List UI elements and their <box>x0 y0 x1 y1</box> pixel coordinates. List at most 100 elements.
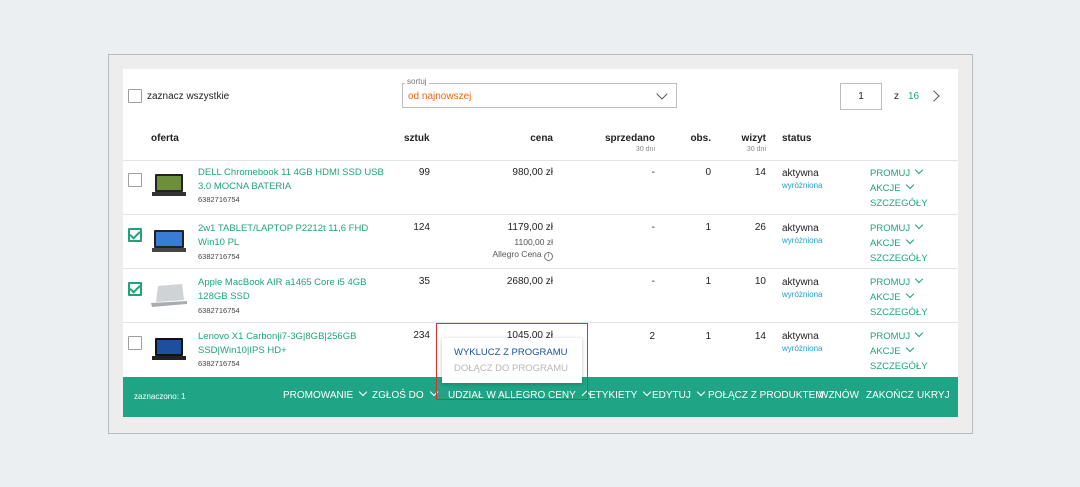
promote-link[interactable]: PROMUJ <box>870 274 924 290</box>
row-checkbox[interactable] <box>128 228 142 242</box>
visits-value: 26 <box>754 222 766 233</box>
price-value: 980,00 zł <box>512 167 553 178</box>
highlight-box <box>436 323 588 400</box>
bar-item-hide[interactable]: UKRYJ <box>917 390 950 401</box>
chevron-down-icon <box>358 387 368 397</box>
allegro-price-note: Allegro Cena i <box>462 249 553 261</box>
bar-item-end[interactable]: ZAKOŃCZ <box>866 390 914 401</box>
product-id: 6382716754 <box>198 306 240 315</box>
col-watch: obs. <box>690 133 711 144</box>
chevron-down-icon <box>696 387 706 397</box>
laptop-icon <box>151 284 187 307</box>
col-offer: oferta <box>151 133 179 144</box>
col-sold: sprzedano <box>604 133 655 144</box>
watch-value: 1 <box>705 331 711 342</box>
select-all-checkbox[interactable] <box>128 89 142 103</box>
chevron-down-icon <box>905 180 914 190</box>
row-separator <box>123 268 958 269</box>
col-qty: sztuk <box>404 133 430 144</box>
select-all-label: zaznacz wszystkie <box>147 91 230 102</box>
qty-value: 124 <box>413 222 430 233</box>
chevron-down-icon <box>914 328 924 338</box>
selected-count: zaznaczono: 1 <box>134 392 186 401</box>
price-value: 1179,00 zł <box>507 222 553 233</box>
bar-item-link-product[interactable]: POŁĄCZ Z PRODUKTEM <box>708 390 824 401</box>
sort-select[interactable]: od najnowszej <box>402 83 677 108</box>
status-badge: wyróżniona <box>782 181 823 190</box>
row-separator <box>123 214 958 215</box>
row-separator <box>123 160 958 161</box>
details-link[interactable]: SZCZEGÓŁY <box>870 305 928 320</box>
chevron-down-icon <box>656 88 668 100</box>
chevron-down-icon <box>914 274 924 284</box>
sold-value: - <box>651 222 655 233</box>
status-badge: wyróżniona <box>782 344 823 353</box>
row-checkbox[interactable] <box>128 336 142 350</box>
bar-item-promote[interactable]: PROMOWANIE <box>283 387 368 401</box>
status-value: aktywna <box>782 277 819 288</box>
col-sold-sub: 30 dni <box>635 146 655 153</box>
qty-value: 99 <box>418 167 430 178</box>
qty-value: 234 <box>413 330 430 341</box>
chevron-down-icon <box>643 387 652 397</box>
product-name[interactable]: 2w1 TABLET/LAPTOP P2212t 11,6 FHD Win10 … <box>198 222 388 250</box>
details-link[interactable]: SZCZEGÓŁY <box>870 359 928 374</box>
details-link[interactable]: SZCZEGÓŁY <box>870 196 928 211</box>
sold-value: 2 <box>649 331 655 342</box>
sold-value: - <box>651 167 655 178</box>
status-value: aktywna <box>782 331 819 342</box>
price-value: 2680,00 zł <box>506 276 553 287</box>
laptop-icon <box>152 338 186 360</box>
actions-link[interactable]: AKCJE <box>870 180 914 196</box>
product-name[interactable]: Lenovo X1 Carbon|i7-3G|8GB|256GB SSD|Win… <box>198 330 388 358</box>
product-id: 6382716754 <box>198 195 240 204</box>
page-total: 16 <box>908 91 920 102</box>
status-value: aktywna <box>782 168 819 179</box>
details-link[interactable]: SZCZEGÓŁY <box>870 251 928 266</box>
bar-item-edit[interactable]: EDYTUJ <box>652 387 706 401</box>
chevron-down-icon <box>905 343 914 353</box>
status-value: aktywna <box>782 223 819 234</box>
laptop-icon <box>152 230 186 252</box>
product-id: 6382716754 <box>198 252 240 261</box>
product-name[interactable]: Apple MacBook AIR a1465 Core i5 4GB 128G… <box>198 276 388 304</box>
page-of-label: z <box>894 91 899 102</box>
watch-value: 1 <box>705 222 711 233</box>
chevron-down-icon <box>914 165 924 175</box>
sort-label: sortuj <box>405 77 429 86</box>
product-name[interactable]: DELL Chromebook 11 4GB HDMI SSD USB 3.0 … <box>198 166 388 194</box>
promote-link[interactable]: PROMUJ <box>870 328 924 344</box>
watch-value: 0 <box>705 167 711 178</box>
col-status: status <box>782 133 812 144</box>
product-id: 6382716754 <box>198 359 240 368</box>
chevron-down-icon <box>905 235 914 245</box>
bar-item-resume[interactable]: WZNÓW <box>819 390 859 401</box>
price-old: 1100,00 zł <box>514 237 553 247</box>
row-checkbox[interactable] <box>128 282 142 296</box>
actions-link[interactable]: AKCJE <box>870 235 914 251</box>
sold-value: - <box>651 276 655 287</box>
status-badge: wyróżniona <box>782 290 823 299</box>
promote-link[interactable]: PROMUJ <box>870 220 924 236</box>
page-input[interactable]: 1 <box>840 83 882 110</box>
chevron-down-icon <box>905 289 914 299</box>
promote-link[interactable]: PROMUJ <box>870 165 924 181</box>
visits-value: 10 <box>754 276 766 287</box>
status-badge: wyróżniona <box>782 236 823 245</box>
laptop-icon <box>152 174 186 196</box>
info-icon[interactable]: i <box>544 252 553 261</box>
col-visits-sub: 30 dni <box>746 146 766 153</box>
actions-link[interactable]: AKCJE <box>870 343 914 359</box>
bar-item-labels[interactable]: ETYKIETY <box>589 387 652 401</box>
visits-value: 14 <box>754 167 766 178</box>
col-visits: wizyt <box>741 133 766 144</box>
qty-value: 35 <box>418 276 430 287</box>
sort-value: od najnowszej <box>408 91 472 102</box>
chevron-down-icon <box>914 220 924 230</box>
visits-value: 14 <box>754 331 766 342</box>
row-checkbox[interactable] <box>128 173 142 187</box>
watch-value: 1 <box>705 276 711 287</box>
bar-item-report[interactable]: ZGŁOŚ DO <box>372 387 438 401</box>
actions-link[interactable]: AKCJE <box>870 289 914 305</box>
col-price: cena <box>530 133 553 144</box>
